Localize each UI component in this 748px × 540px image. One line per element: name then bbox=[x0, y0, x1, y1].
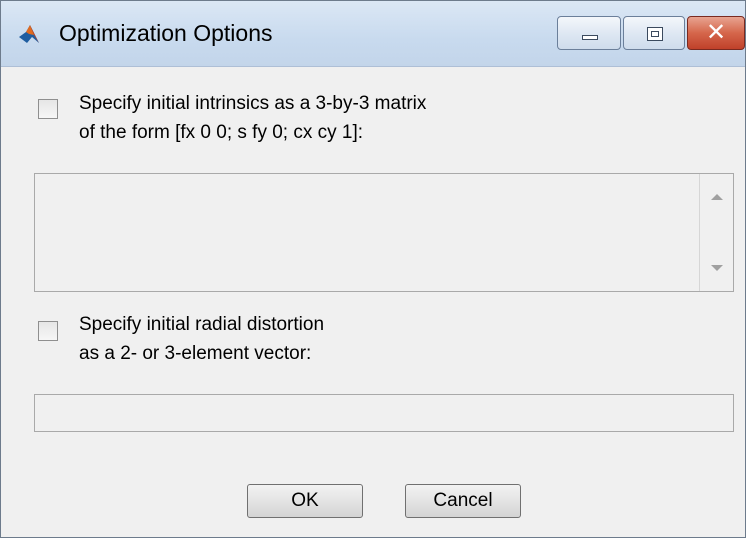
close-icon: ✕ bbox=[705, 19, 727, 46]
intrinsics-checkbox[interactable] bbox=[38, 99, 58, 119]
window-title: Optimization Options bbox=[59, 20, 273, 46]
close-button[interactable]: ✕ bbox=[687, 16, 745, 50]
intrinsics-label: Specify initial intrinsics as a 3-by-3 m… bbox=[79, 89, 426, 147]
scroll-up-icon[interactable] bbox=[711, 194, 723, 200]
maximize-icon bbox=[647, 27, 663, 41]
radial-label-line2: as a 2- or 3-element vector: bbox=[79, 343, 312, 364]
minimize-icon bbox=[582, 35, 598, 40]
intrinsics-scrollbar[interactable] bbox=[699, 174, 733, 291]
radial-label-line1: Specify initial radial distortion bbox=[79, 314, 325, 335]
matlab-icon bbox=[17, 23, 41, 45]
maximize-button[interactable] bbox=[623, 16, 685, 50]
intrinsics-label-line1: Specify initial intrinsics as a 3-by-3 m… bbox=[79, 93, 427, 114]
minimize-button[interactable] bbox=[557, 16, 621, 50]
title-bar[interactable]: Optimization Options ✕ bbox=[1, 1, 745, 67]
radial-distortion-input[interactable] bbox=[34, 394, 734, 432]
intrinsics-label-line2: of the form [fx 0 0; s fy 0; cx cy 1]: bbox=[79, 122, 364, 143]
optimization-options-dialog: Optimization Options ✕ Specify initial i… bbox=[0, 0, 746, 538]
cancel-button[interactable]: Cancel bbox=[405, 484, 521, 518]
scroll-down-icon[interactable] bbox=[711, 265, 723, 271]
ok-button[interactable]: OK bbox=[247, 484, 363, 518]
intrinsics-matrix-input[interactable] bbox=[34, 173, 734, 292]
radial-distortion-checkbox[interactable] bbox=[38, 321, 58, 341]
radial-distortion-label: Specify initial radial distortion as a 2… bbox=[79, 310, 324, 368]
